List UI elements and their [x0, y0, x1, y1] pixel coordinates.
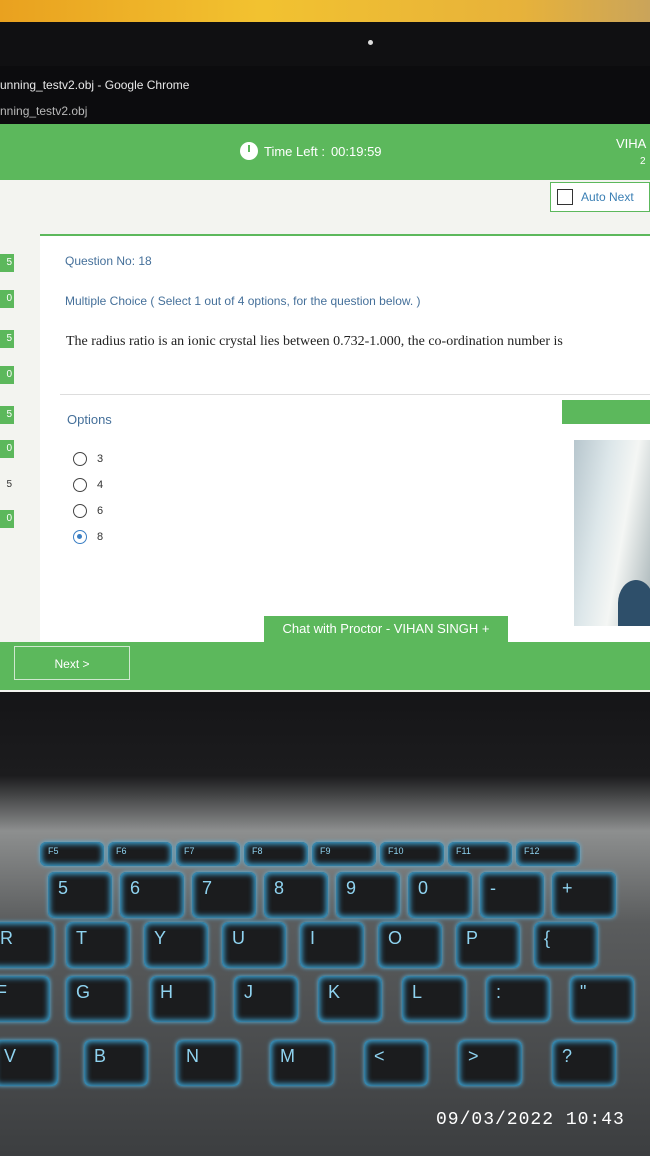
option-item[interactable]: 6 — [73, 504, 103, 518]
nav-item[interactable]: 5 — [0, 330, 14, 348]
key-j: J — [234, 976, 298, 1022]
browser-titlebar — [0, 66, 650, 124]
key-v: V — [0, 1040, 58, 1086]
radio-icon[interactable] — [73, 452, 87, 466]
key-0: 0 — [408, 872, 472, 918]
key-f5: F5 — [40, 842, 104, 866]
proctor-video — [574, 440, 650, 626]
question-number: Question No: 18 — [65, 254, 152, 268]
clock-icon — [240, 142, 258, 160]
question-type: Multiple Choice ( Select 1 out of 4 opti… — [65, 294, 421, 308]
time-left-value: 00:19:59 — [330, 143, 382, 159]
key-f10: F10 — [380, 842, 444, 866]
key-7: 7 — [192, 872, 256, 918]
key-f: F — [0, 976, 50, 1022]
nav-item[interactable]: 5 — [0, 476, 14, 494]
chat-with-proctor-button[interactable]: Chat with Proctor - VIHAN SINGH + — [264, 616, 508, 642]
time-left-label: Time Left : — [264, 143, 325, 159]
proctor-video-header — [562, 400, 650, 424]
option-label: 6 — [97, 505, 104, 517]
next-button[interactable]: Next > — [14, 646, 130, 680]
exam-screen: Time Left : 00:19:59 VIHA 2 Auto Next 5 … — [0, 124, 650, 692]
key-k: K — [318, 976, 382, 1022]
key-9: 9 — [336, 872, 400, 918]
nav-item[interactable]: 0 — [0, 290, 14, 308]
key-o: O — [378, 922, 442, 968]
nav-item[interactable]: 5 — [0, 406, 14, 424]
key-bracket: { — [534, 922, 598, 968]
key-r: R — [0, 922, 54, 968]
nav-item[interactable]: 0 — [0, 510, 14, 528]
key-f6: F6 — [108, 842, 172, 866]
key-quote: " — [570, 976, 634, 1022]
key-n: N — [176, 1040, 240, 1086]
key-plus: + — [552, 872, 616, 918]
option-label: 4 — [97, 479, 104, 491]
key-8: 8 — [264, 872, 328, 918]
radio-icon[interactable] — [73, 478, 87, 492]
options-label: Options — [67, 412, 112, 427]
divider — [60, 394, 650, 395]
user-name: VIHA — [616, 136, 647, 151]
time-left: Time Left : 00:19:59 — [240, 142, 382, 160]
key-f11: F11 — [448, 842, 512, 866]
url-text: nning_testv2.obj — [0, 104, 88, 118]
key-g: G — [66, 976, 130, 1022]
key-f7: F7 — [176, 842, 240, 866]
key-b: B — [84, 1040, 148, 1086]
bottom-bar: Next > — [0, 642, 650, 690]
key-comma: < — [364, 1040, 428, 1086]
nav-item[interactable]: 0 — [0, 440, 14, 458]
key-colon: : — [486, 976, 550, 1022]
question-text: The radius ratio is an ionic crystal lie… — [66, 334, 563, 349]
checkbox-icon[interactable] — [557, 189, 573, 205]
option-item[interactable]: 3 — [73, 452, 103, 466]
key-y: Y — [144, 922, 208, 968]
nav-item[interactable]: 0 — [0, 366, 14, 384]
laptop-keyboard: F5 F6 F7 F8 F9 F10 F11 F12 5 6 7 8 9 0 -… — [0, 692, 650, 1156]
radio-selected-icon[interactable] — [73, 530, 87, 544]
window-title: unning_testv2.obj - Google Chrome — [0, 78, 190, 92]
key-f8: F8 — [244, 842, 308, 866]
auto-next-checkbox[interactable]: Auto Next — [550, 182, 650, 212]
auto-next-label: Auto Next — [581, 190, 634, 204]
key-slash: ? — [552, 1040, 616, 1086]
option-label: 3 — [97, 453, 104, 465]
key-h: H — [150, 976, 214, 1022]
key-6: 6 — [120, 872, 184, 918]
webcam-icon — [368, 40, 373, 45]
key-i: I — [300, 922, 364, 968]
key-f12: F12 — [516, 842, 580, 866]
key-5: 5 — [48, 872, 112, 918]
key-minus: - — [480, 872, 544, 918]
top-bar: Time Left : 00:19:59 VIHA 2 — [0, 124, 650, 180]
option-item[interactable]: 4 — [73, 478, 103, 492]
photo-timestamp: 09/03/2022 10:43 — [436, 1110, 625, 1130]
user-sub: 2 — [640, 156, 646, 167]
key-m: M — [270, 1040, 334, 1086]
key-f9: F9 — [312, 842, 376, 866]
key-u: U — [222, 922, 286, 968]
option-item[interactable]: 8 — [73, 530, 103, 544]
nav-item[interactable]: 5 — [0, 254, 14, 272]
key-p: P — [456, 922, 520, 968]
option-label: 8 — [97, 531, 104, 543]
key-t: T — [66, 922, 130, 968]
radio-icon[interactable] — [73, 504, 87, 518]
key-period: > — [458, 1040, 522, 1086]
key-l: L — [402, 976, 466, 1022]
question-panel: Question No: 18 Multiple Choice ( Select… — [40, 234, 650, 642]
